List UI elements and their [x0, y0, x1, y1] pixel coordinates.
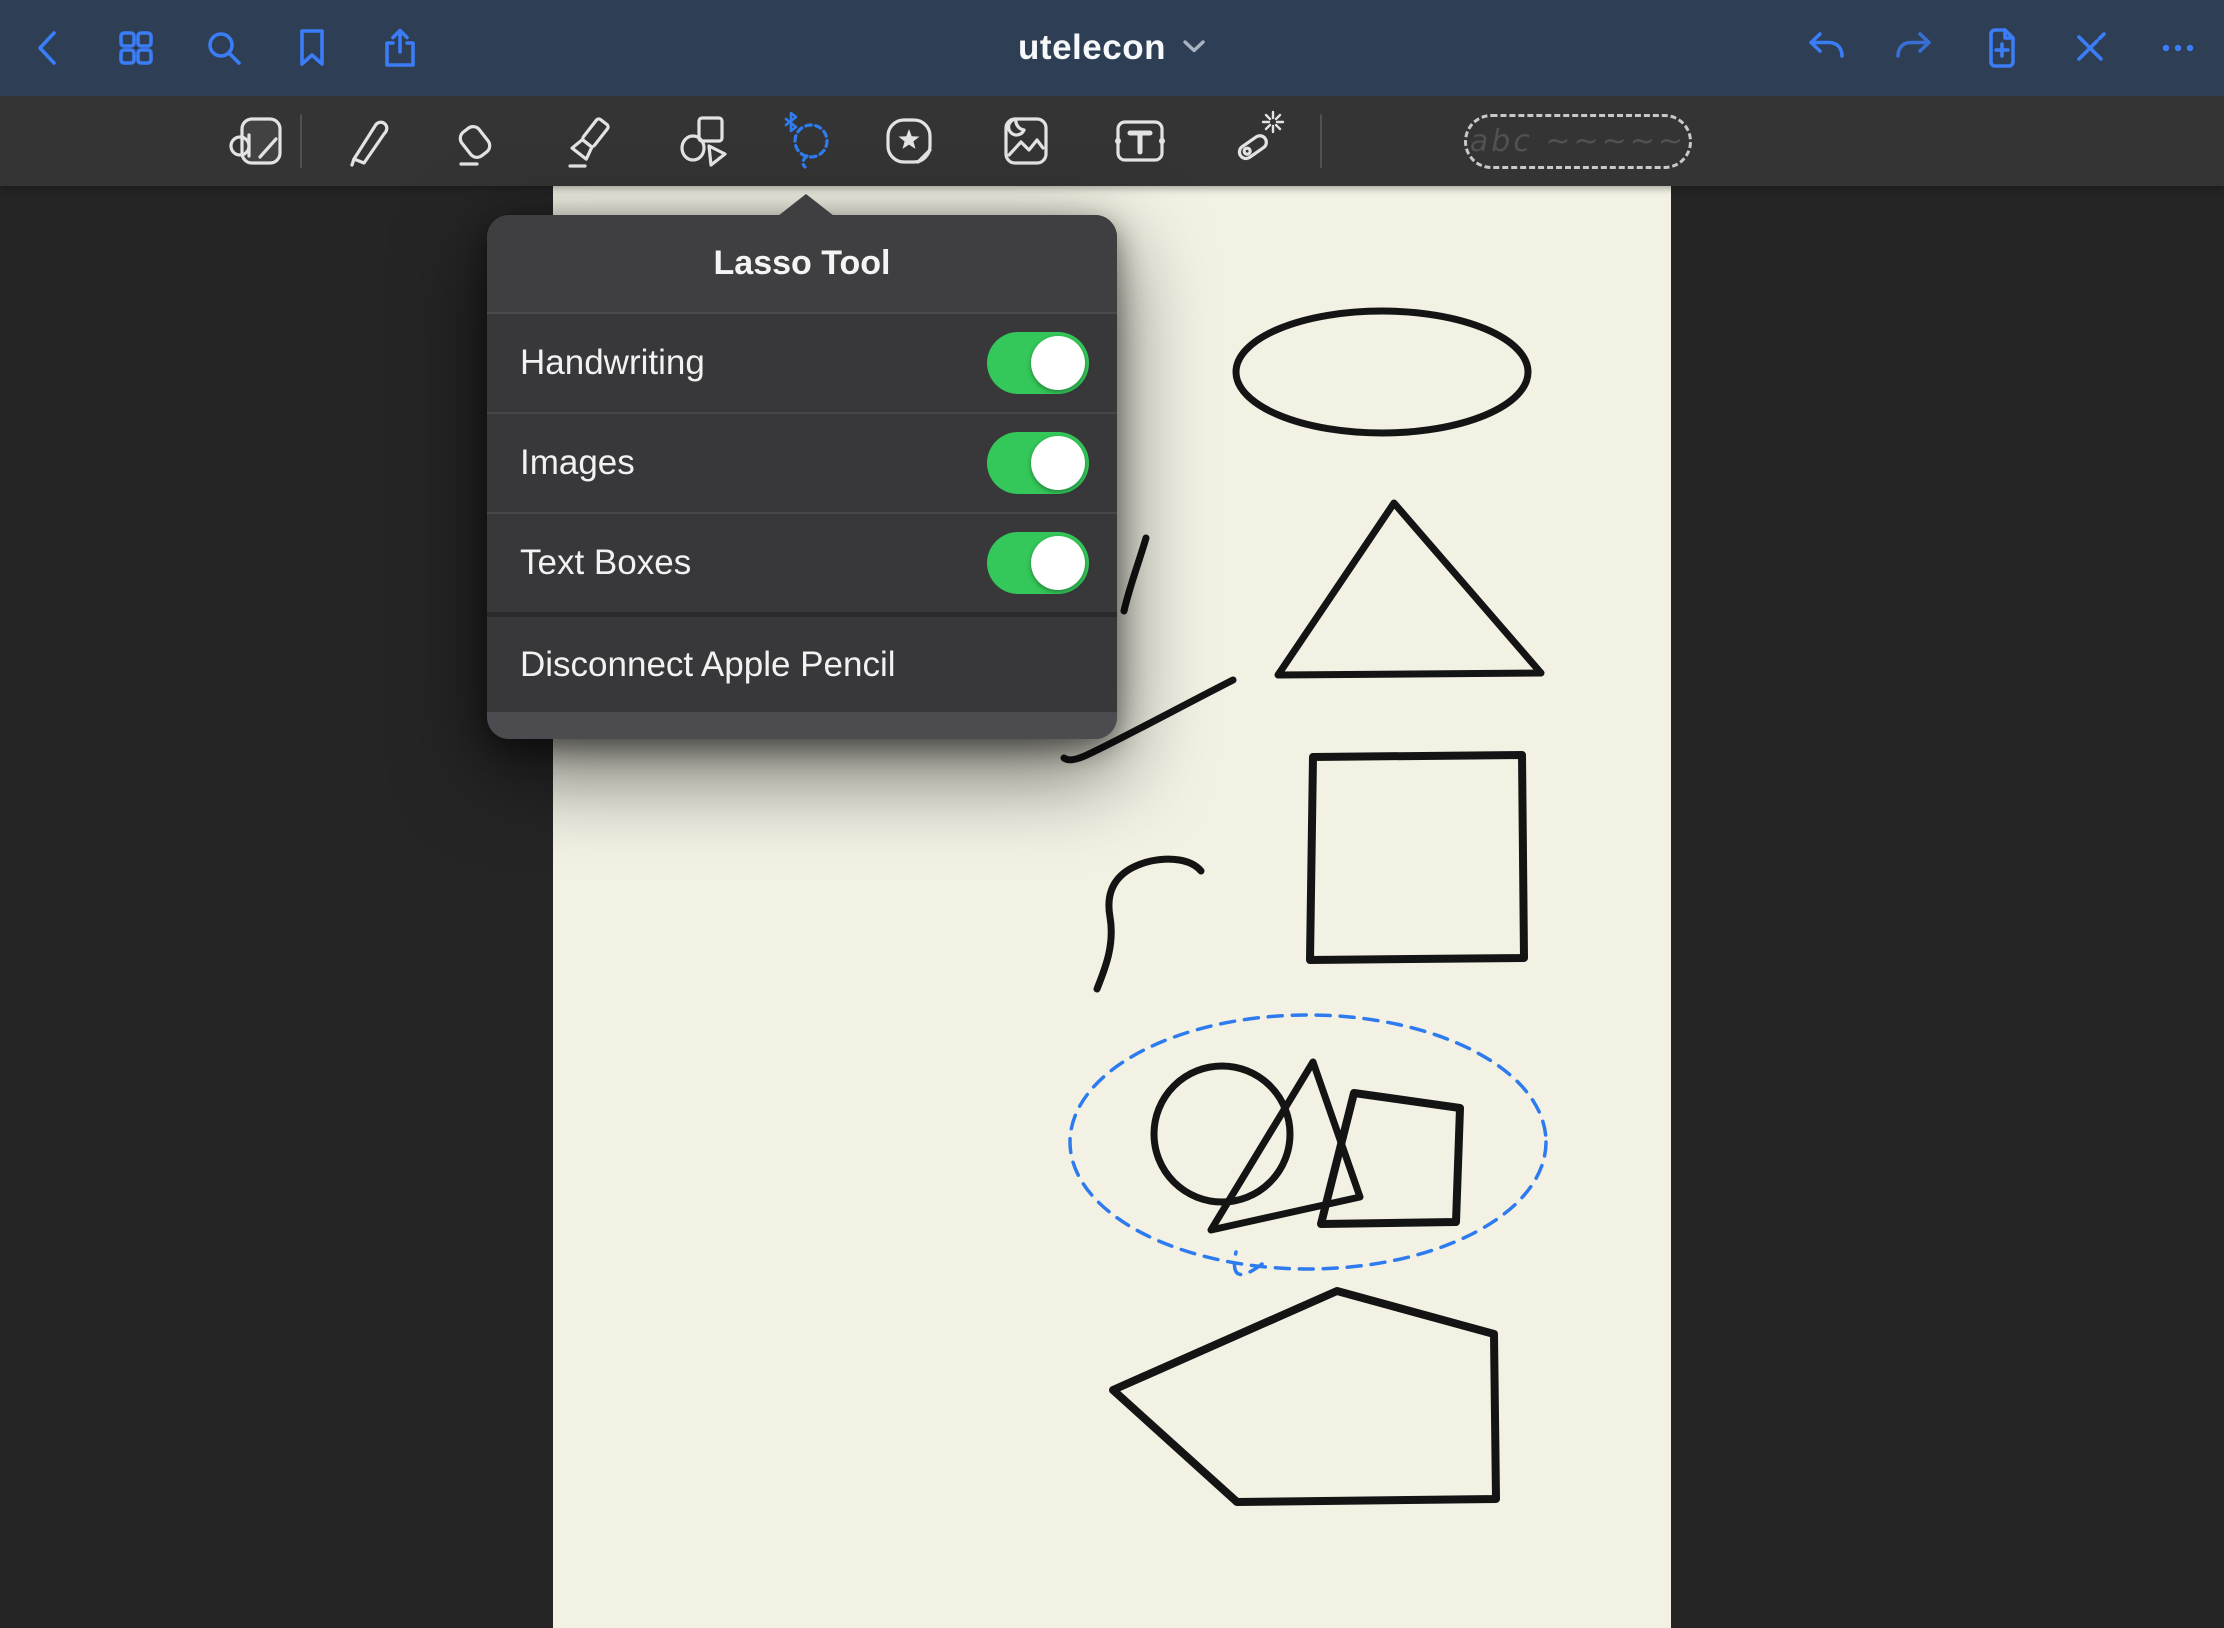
text-tool-icon[interactable]: [1108, 109, 1172, 173]
disconnect-apple-pencil-button[interactable]: Disconnect Apple Pencil: [487, 617, 1117, 712]
popup-partial-row: [487, 712, 1117, 739]
images-toggle[interactable]: [987, 432, 1089, 494]
handwriting-toggle-knob: [1031, 336, 1085, 390]
add-page-icon[interactable]: [1978, 24, 2026, 72]
redo-icon[interactable]: [1890, 24, 1938, 72]
document-title-button[interactable]: utelecon: [1018, 0, 1206, 96]
lasso-tool-popup: Lasso Tool Handwriting Images Text Boxes D…: [487, 215, 1117, 739]
images-label: Images: [520, 443, 635, 483]
chevron-down-icon: [1182, 38, 1206, 59]
pen-mode-icon[interactable]: [2066, 24, 2114, 72]
popup-header: Lasso Tool: [487, 215, 1117, 314]
undo-icon[interactable]: [1802, 24, 1850, 72]
laser-pointer-tool-icon[interactable]: [1224, 109, 1288, 173]
handwriting-toggle[interactable]: [987, 332, 1089, 394]
toolbar-divider: [1320, 114, 1322, 168]
bookmark-icon[interactable]: [288, 24, 336, 72]
toolbar-divider: [300, 114, 302, 168]
handwriting-label: Handwriting: [520, 343, 705, 383]
nav-right-group: [1802, 0, 2202, 96]
sticker-tool-icon[interactable]: [877, 109, 941, 173]
eraser-tool-icon[interactable]: [444, 109, 508, 173]
text-boxes-toggle[interactable]: [987, 532, 1089, 594]
highlighter-tool-icon[interactable]: [556, 109, 620, 173]
page-mode-tool-icon[interactable]: [220, 109, 284, 173]
nav-left-group: [24, 0, 424, 96]
images-toggle-knob: [1031, 436, 1085, 490]
tool-bar: abc ~~~~~: [0, 96, 2224, 186]
document-title: utelecon: [1018, 28, 1166, 68]
handwriting-hint-capsule: abc ~~~~~: [1464, 114, 1692, 169]
popup-toggle-rows: Handwriting Images Text Boxes: [487, 314, 1117, 612]
text-boxes-toggle-knob: [1031, 536, 1085, 590]
toggle-row-images: Images: [487, 412, 1117, 512]
page-grid-icon[interactable]: [112, 24, 160, 72]
toggle-row-text-boxes: Text Boxes: [487, 512, 1117, 612]
image-tool-icon[interactable]: [994, 109, 1058, 173]
back-chevron-icon[interactable]: [24, 24, 72, 72]
handwriting-hint-text: abc ~~~~~: [1470, 124, 1686, 159]
toggle-row-handwriting: Handwriting: [487, 314, 1117, 412]
more-icon[interactable]: [2154, 24, 2202, 72]
tool-group: [220, 96, 1288, 186]
search-icon[interactable]: [200, 24, 248, 72]
popup-title: Lasso Tool: [714, 244, 891, 283]
top-navigation-bar: utelecon: [0, 0, 2224, 96]
shapes-tool-icon[interactable]: [672, 109, 736, 173]
share-icon[interactable]: [376, 24, 424, 72]
text-boxes-label: Text Boxes: [520, 543, 691, 583]
lasso-tool-icon[interactable]: [778, 109, 842, 173]
pen-tool-icon[interactable]: [336, 109, 400, 173]
disconnect-apple-pencil-label: Disconnect Apple Pencil: [520, 645, 896, 685]
